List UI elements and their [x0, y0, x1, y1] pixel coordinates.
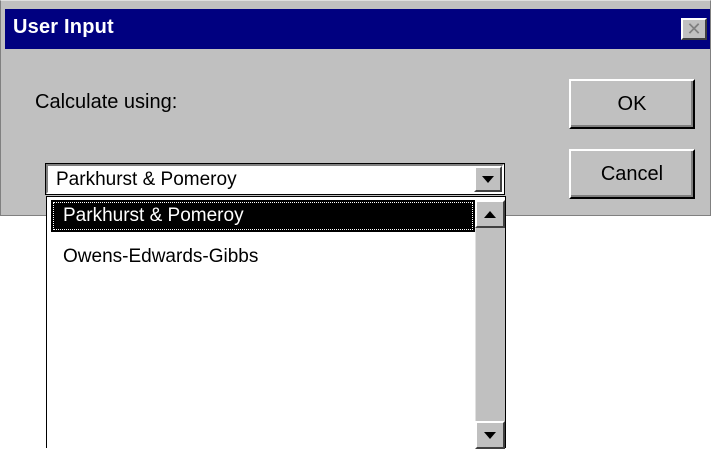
- scroll-track[interactable]: [475, 228, 505, 421]
- cancel-button-label: Cancel: [600, 162, 664, 185]
- scroll-up-button[interactable]: [475, 200, 505, 228]
- scroll-down-button[interactable]: [475, 421, 505, 449]
- close-icon: ✕: [686, 19, 702, 39]
- title-bar[interactable]: User Input ✕: [5, 9, 710, 49]
- scroll-up-arrow-icon: [484, 210, 496, 218]
- ok-button-label: OK: [617, 92, 647, 115]
- list-item-parkhurst-pomeroy[interactable]: Parkhurst & Pomeroy: [51, 200, 475, 232]
- scroll-down-arrow-icon: [484, 431, 496, 439]
- list-item-owens-edwards-gibbs[interactable]: Owens-Edwards-Gibbs: [51, 241, 475, 273]
- list-scrollbar[interactable]: [475, 200, 505, 449]
- cancel-button[interactable]: Cancel: [569, 149, 695, 199]
- combobox-selected-value: Parkhurst & Pomeroy: [56, 169, 237, 190]
- ok-button[interactable]: OK: [569, 79, 695, 129]
- method-combobox[interactable]: Parkhurst & Pomeroy: [45, 163, 505, 195]
- combobox-dropdown-button[interactable]: [474, 166, 502, 192]
- close-button[interactable]: ✕: [681, 18, 707, 40]
- combobox-dropdown-list[interactable]: Parkhurst & Pomeroy Owens-Edwards-Gibbs: [46, 196, 506, 449]
- chevron-down-icon: [482, 175, 494, 183]
- window-title: User Input: [13, 16, 114, 38]
- calculate-using-label: Calculate using:: [35, 91, 178, 113]
